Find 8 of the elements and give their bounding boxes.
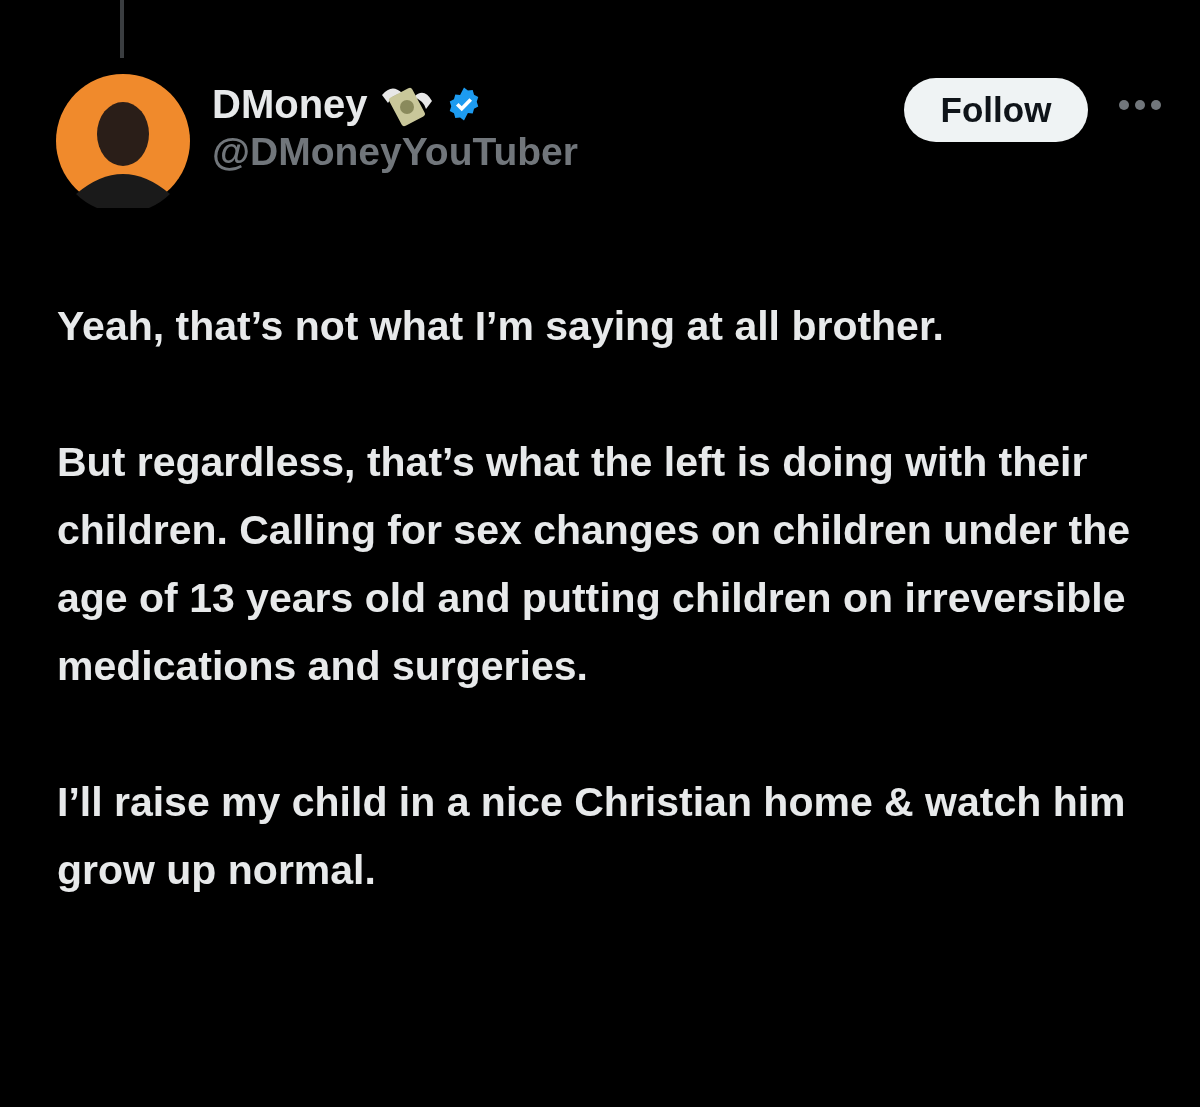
display-name[interactable]: DMoney [212,81,368,127]
more-options-icon[interactable] [1118,98,1162,112]
username[interactable]: @DMoneyYouTuber [212,130,578,174]
post-paragraph: I’ll raise my child in a nice Christian home & watch him grow up normal. [57,778,1127,895]
post-paragraph: But regardless, that’s what the left is doing with their children. Calling for sex changes on children under the age of 13 years old and putting children on irreversible medications and surgeries. [57,438,1132,691]
post-paragraph: Yeah, that’s not what I’m saying at all brother. [57,302,945,351]
avatar[interactable] [56,74,190,208]
follow-button[interactable]: Follow [904,78,1088,142]
